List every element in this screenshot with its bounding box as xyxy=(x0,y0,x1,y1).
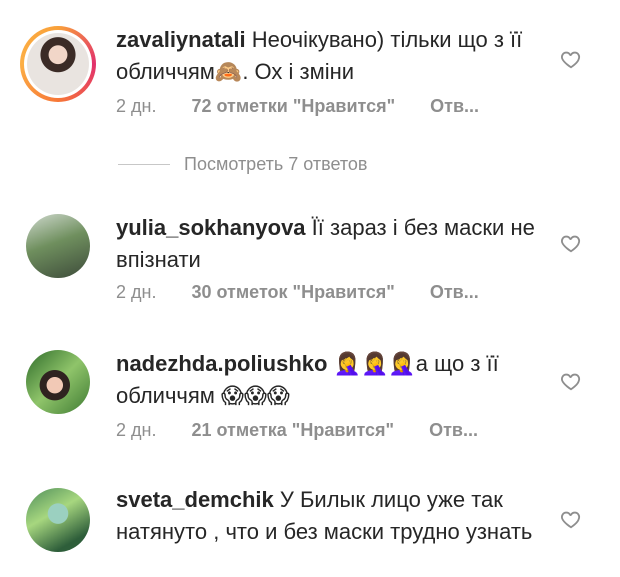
username[interactable]: nadezhda.poliushko xyxy=(116,351,327,376)
avatar[interactable] xyxy=(26,488,90,552)
username[interactable]: zavaliynatali xyxy=(116,27,246,52)
avatar[interactable] xyxy=(26,350,90,414)
comment-text: zavaliynatali Неочікувано) тільки що з ї… xyxy=(116,24,536,88)
comment-meta: 2 дн. 72 отметки "Нравится" Отв... xyxy=(116,96,479,117)
heart-outline-icon[interactable] xyxy=(560,370,582,392)
comment-meta: 2 дн. 21 отметка "Нравится" Отв... xyxy=(116,420,478,441)
username[interactable]: yulia_sokhanyova xyxy=(116,215,306,240)
avatar[interactable] xyxy=(20,26,96,102)
likes-count[interactable]: 72 отметки "Нравится" xyxy=(191,96,395,117)
reply-button[interactable]: Отв... xyxy=(430,96,479,117)
comment-time: 2 дн. xyxy=(116,96,157,116)
comment-text: sveta_demchik У Билык лицо уже так натян… xyxy=(116,484,536,548)
username[interactable]: sveta_demchik xyxy=(116,487,274,512)
comment-text: nadezhda.poliushko 🤦‍♀️🤦‍♀️🤦‍♀️а що з її… xyxy=(116,348,536,412)
comment-text: yulia_sokhanyova Її зараз і без маски не… xyxy=(116,212,536,276)
avatar[interactable] xyxy=(26,214,90,278)
view-replies-label: Посмотреть 7 ответов xyxy=(184,154,368,174)
comment-time: 2 дн. xyxy=(116,282,157,302)
heart-outline-icon[interactable] xyxy=(560,508,582,530)
heart-outline-icon[interactable] xyxy=(560,48,582,70)
comment-time: 2 дн. xyxy=(116,420,157,440)
comment-meta: 2 дн. 30 отметок "Нравится" Отв... xyxy=(116,282,479,303)
divider xyxy=(118,164,170,165)
likes-count[interactable]: 21 отметка "Нравится" xyxy=(191,420,394,441)
likes-count[interactable]: 30 отметок "Нравится" xyxy=(191,282,394,303)
view-replies-button[interactable]: Посмотреть 7 ответов xyxy=(118,154,368,175)
reply-button[interactable]: Отв... xyxy=(429,420,478,441)
reply-button[interactable]: Отв... xyxy=(430,282,479,303)
heart-outline-icon[interactable] xyxy=(560,232,582,254)
